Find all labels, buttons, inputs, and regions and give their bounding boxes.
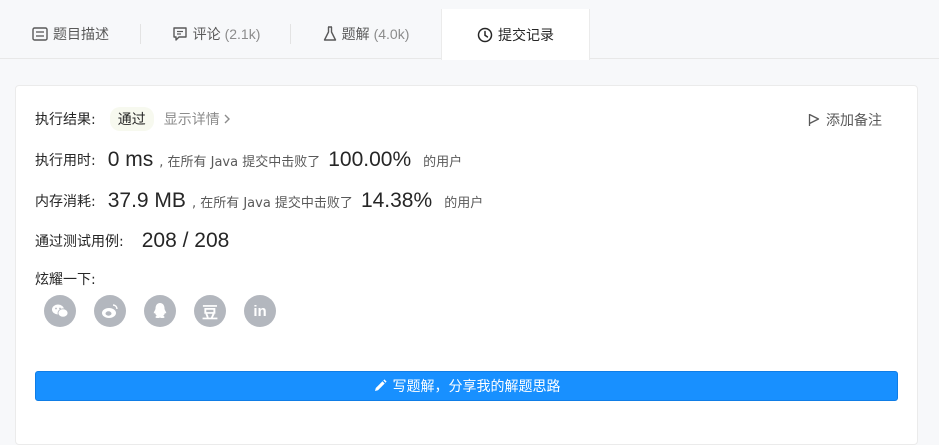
- write-solution-label: 写题解，分享我的解题思路: [392, 379, 561, 395]
- memory-row: 内存消耗: 37.9 MB , 在所有 Java 提交中击败了 14.38% 的…: [35, 189, 483, 213]
- tab-comments[interactable]: 评论 (2.1k): [141, 9, 291, 59]
- memory-label: 内存消耗:: [35, 194, 96, 210]
- tab-solutions-count: (4.0k): [373, 26, 410, 42]
- share-row: 炫耀一下:: [35, 269, 96, 289]
- linkedin-glyph: in: [253, 302, 267, 320]
- flag-icon: [808, 113, 820, 127]
- add-note-button[interactable]: 添加备注: [808, 110, 882, 130]
- description-icon: [32, 27, 48, 41]
- runtime-row: 执行用时: 0 ms , 在所有 Java 提交中击败了 100.00% 的用户: [35, 148, 462, 172]
- result-label: 执行结果:: [35, 112, 96, 128]
- status-badge: 通过: [109, 107, 154, 131]
- weibo-icon[interactable]: [94, 295, 126, 327]
- memory-percent-sign: %: [413, 189, 433, 212]
- testcases-row: 通过测试用例: 208 / 208: [35, 229, 229, 253]
- memory-value: 37.9 MB: [107, 189, 186, 212]
- show-details-link[interactable]: 显示详情: [164, 109, 230, 129]
- add-note-label: 添加备注: [826, 113, 882, 129]
- testcases-value: 208 / 208: [141, 229, 230, 252]
- tab-solutions[interactable]: 题解 (4.0k): [291, 9, 441, 59]
- submission-result-panel: 执行结果: 通过 显示详情 添加备注 执行用时: 0 ms , 在所有 Java…: [15, 85, 918, 445]
- share-label: 炫耀一下:: [35, 272, 96, 288]
- runtime-beat-text: , 在所有 Java 提交中击败了: [159, 154, 321, 170]
- qq-icon[interactable]: [144, 295, 176, 327]
- memory-beat-text: , 在所有 Java 提交中击败了: [191, 195, 353, 211]
- chevron-right-icon: [224, 114, 230, 124]
- comment-icon: [172, 26, 188, 42]
- tab-description[interactable]: 题目描述: [0, 9, 141, 59]
- runtime-percent: 100.00: [328, 148, 393, 171]
- linkedin-icon[interactable]: in: [244, 295, 276, 327]
- runtime-percent-sign: %: [392, 148, 412, 171]
- tab-solutions-label: 题解: [341, 27, 370, 43]
- memory-percent: 14.38: [360, 189, 414, 212]
- runtime-suffix: 的用户: [423, 154, 463, 170]
- show-details-label: 显示详情: [163, 112, 220, 128]
- runtime-value: 0 ms: [107, 148, 154, 171]
- tab-submissions-label: 提交记录: [498, 27, 554, 44]
- runtime-label: 执行用时:: [35, 153, 96, 169]
- tab-comments-count: (2.1k): [224, 26, 261, 42]
- write-solution-button[interactable]: 写题解，分享我的解题思路: [35, 371, 898, 401]
- pencil-icon: [373, 379, 387, 393]
- douban-glyph: 豆: [201, 303, 218, 322]
- testcases-label: 通过测试用例:: [35, 234, 124, 250]
- tab-description-label: 题目描述: [53, 27, 109, 43]
- wechat-icon[interactable]: [44, 295, 76, 327]
- tab-bar: 题目描述 评论 (2.1k) 题解 (4.0k) 提交记录: [0, 9, 939, 60]
- result-row: 执行结果: 通过 显示详情: [35, 107, 230, 131]
- clock-icon: [477, 27, 493, 43]
- douban-icon[interactable]: 豆: [194, 295, 226, 327]
- tab-comments-label: 评论: [192, 27, 221, 43]
- flask-icon: [323, 26, 337, 42]
- tab-submissions[interactable]: 提交记录: [441, 9, 590, 60]
- memory-suffix: 的用户: [444, 195, 484, 211]
